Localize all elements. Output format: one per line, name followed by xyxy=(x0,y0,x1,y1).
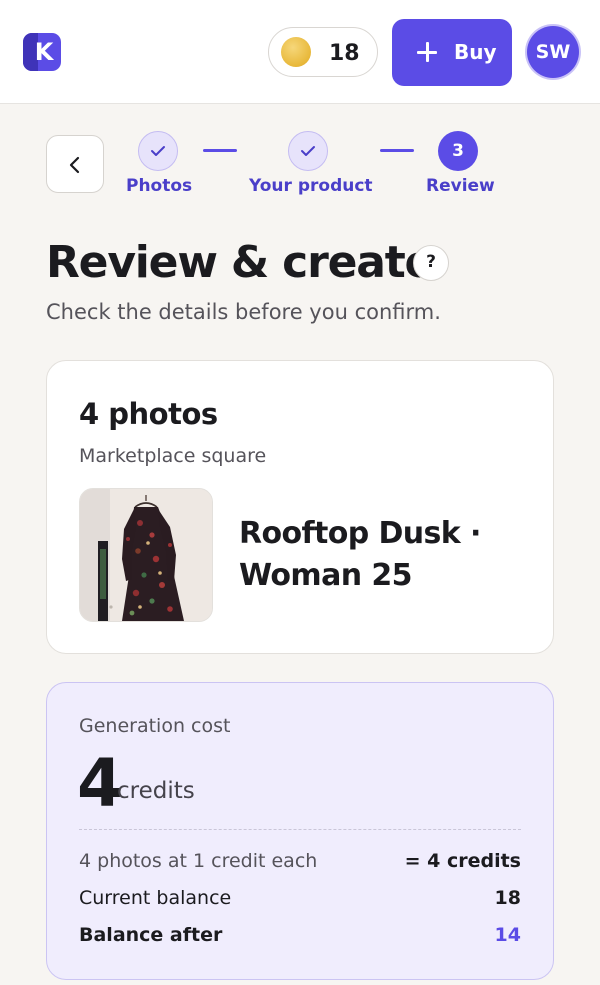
coin-balance-pill[interactable]: 18 xyxy=(268,27,378,77)
buy-button[interactable]: Buy xyxy=(392,19,512,86)
coin-balance: 18 xyxy=(329,41,360,66)
chevron-left-icon xyxy=(69,156,80,174)
photos-count: 4 photos xyxy=(79,397,218,431)
step-label-review: Review xyxy=(426,176,495,196)
coin-icon xyxy=(281,37,311,67)
check-icon xyxy=(151,146,165,156)
help-icon[interactable]: ? xyxy=(413,245,449,281)
current-balance-row: Current balance 18 xyxy=(79,887,521,917)
photos-format: Marketplace square xyxy=(79,445,267,467)
app-logo[interactable]: K xyxy=(23,33,61,71)
balance-after-value: 14 xyxy=(494,924,521,946)
cost-breakdown-row: 4 photos at 1 credit each = 4 credits xyxy=(79,850,521,880)
cost-divider xyxy=(79,829,521,830)
check-icon xyxy=(301,146,315,156)
page-subtitle: Check the details before you confirm. xyxy=(46,300,441,324)
current-balance-value: 18 xyxy=(494,887,521,909)
product-name: Rooftop Dusk · Woman 25 xyxy=(239,516,481,593)
cost-amount: 4 xyxy=(77,745,123,822)
photos-summary-card: 4 photos Marketplace square Rooftop Dusk… xyxy=(46,360,554,654)
step-label-your-product[interactable]: Your product xyxy=(249,176,373,196)
page-title: Review & create xyxy=(46,237,434,288)
step-your-product-indicator[interactable] xyxy=(288,131,328,171)
generation-cost-card: Generation cost 4 credits 4 photos at 1 … xyxy=(46,682,554,980)
cost-unit: credits xyxy=(117,778,195,804)
step-review-indicator: 3 xyxy=(438,131,478,171)
step-connector xyxy=(203,149,237,152)
logo-letter: K xyxy=(34,38,54,66)
current-balance-label: Current balance xyxy=(79,887,232,909)
step-photos-indicator[interactable] xyxy=(138,131,178,171)
balance-after-row: Balance after 14 xyxy=(79,924,521,954)
cost-label: Generation cost xyxy=(79,715,231,737)
step-connector xyxy=(380,149,414,152)
top-bar: K 18 Buy SW xyxy=(0,0,600,104)
user-avatar[interactable]: SW xyxy=(527,26,579,78)
cost-breakdown-value: = 4 credits xyxy=(404,850,521,872)
product-photo-thumbnail xyxy=(79,488,213,622)
balance-after-label: Balance after xyxy=(79,924,223,946)
cost-breakdown-label: 4 photos at 1 credit each xyxy=(79,850,318,872)
back-button[interactable] xyxy=(46,135,104,193)
step-label-photos[interactable]: Photos xyxy=(126,176,192,196)
plus-icon xyxy=(417,42,437,62)
buy-label: Buy xyxy=(454,40,497,64)
dress-photo-image xyxy=(80,489,212,621)
